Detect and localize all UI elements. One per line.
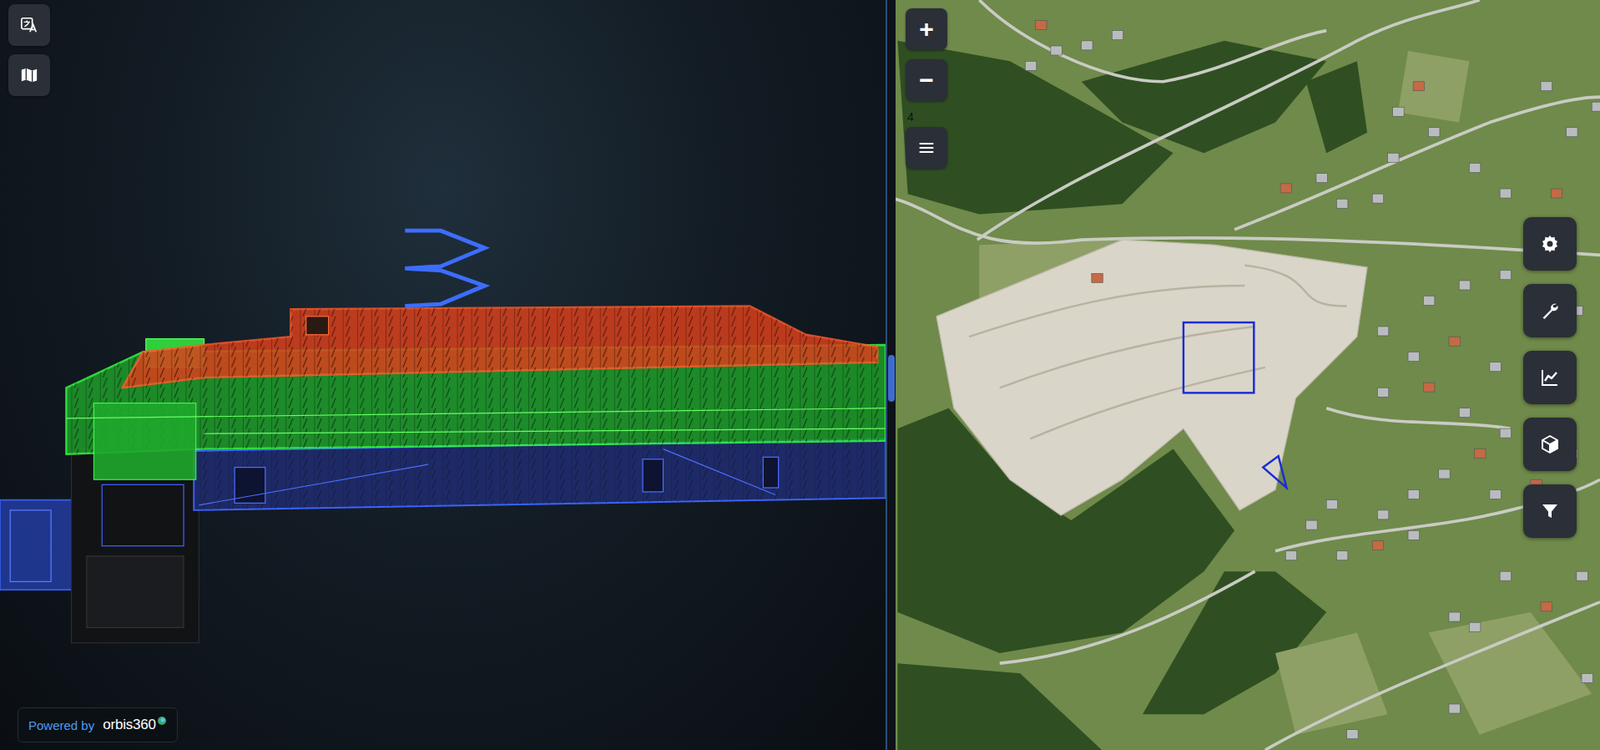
quarry-terraces [969,265,1348,440]
line-chart-icon [1539,367,1560,388]
map-panel[interactable]: + − 4 [895,0,1600,750]
powered-by-badge[interactable]: Powered by orbis360 [17,706,178,742]
building [1285,550,1297,561]
building [1550,188,1562,198]
building [1111,30,1123,41]
point-cloud-viewer[interactable]: Powered by orbis360 [0,0,886,750]
point-cloud-scene[interactable] [0,0,886,750]
powered-by-label: Powered by [28,717,95,732]
zoom-level: 4 [907,110,914,124]
building [1423,382,1434,392]
3d-objects-button[interactable] [1523,417,1577,471]
camera-frustum-marker[interactable] [1262,455,1287,488]
analytics-button[interactable] [1523,350,1577,404]
orbis-logo-icon [156,715,167,726]
building [1458,280,1470,290]
wrench-icon [1539,300,1560,321]
building [1428,127,1440,137]
building [1347,729,1358,739]
layers-menu-button[interactable] [905,126,948,169]
tools-toolbar [1523,217,1577,538]
building [1448,703,1460,713]
building [1372,193,1383,203]
map-icon [20,65,39,85]
building [1081,40,1093,51]
building [1035,20,1047,30]
split-divider[interactable] [885,0,896,750]
building [1581,672,1593,682]
building [1448,336,1460,346]
building [1306,519,1318,530]
building [1423,295,1434,305]
building [1468,162,1480,172]
building [1458,408,1470,418]
settings-button[interactable] [1523,217,1577,271]
building [1499,570,1511,581]
building [1372,540,1383,551]
building [1316,173,1328,183]
building [1408,489,1419,499]
cube-icon [1539,434,1560,455]
building [1499,188,1511,198]
buildings [1024,20,1600,738]
building [1408,352,1419,362]
blue-base-layer [193,438,886,510]
building [1499,270,1511,280]
building [1091,272,1103,283]
building [1024,60,1036,71]
building [1408,529,1419,540]
satellite-map[interactable] [895,0,1600,750]
viewer-extent-marker[interactable] [1183,322,1254,393]
menu-icon [918,139,935,157]
building [1377,509,1389,520]
language-button[interactable] [8,4,51,46]
building [1468,621,1480,631]
forest-areas [897,40,1368,750]
building [1489,489,1501,499]
translate-icon [20,15,39,35]
building [1489,362,1501,372]
view-toolbar [8,4,51,96]
building [1377,387,1389,397]
zoom-out-button[interactable]: − [905,59,948,101]
building [1448,611,1460,621]
building [1326,499,1338,510]
zoom-in-button[interactable]: + [905,8,948,51]
blue-antenna [404,230,485,306]
filter-icon [1539,500,1560,521]
building [1377,326,1389,336]
building [1540,601,1552,611]
building [1576,570,1588,581]
building [1474,449,1486,459]
map-zoom-controls: + − 4 [905,8,948,169]
building [1566,127,1578,137]
building [1050,45,1062,56]
map-toggle-button[interactable] [8,54,51,96]
quarry-area [936,239,1368,515]
tools-button[interactable] [1523,283,1577,338]
roads [895,0,1600,750]
building [1336,550,1348,561]
building [1280,183,1292,193]
building [1336,198,1348,208]
building [1540,81,1552,91]
building [1438,469,1450,479]
building [1388,152,1399,162]
filter-button[interactable] [1523,484,1577,538]
building [1499,428,1511,438]
gear-icon [1539,233,1560,254]
red-top-layer [122,306,879,389]
split-handle[interactable] [888,354,895,402]
orbis360-logo: orbis360 [102,716,157,733]
building [1591,101,1600,112]
app-root: Powered by orbis360 + − 4 [0,0,1600,750]
building [1393,106,1404,117]
building [1413,81,1424,91]
